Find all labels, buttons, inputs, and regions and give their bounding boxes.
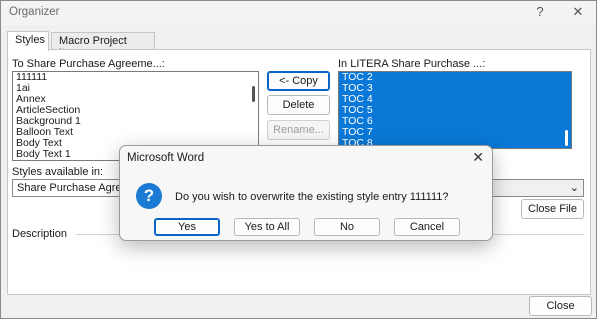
yes-button[interactable]: Yes bbox=[154, 218, 220, 236]
right-scrollbar-thumb[interactable] bbox=[565, 130, 568, 146]
chevron-down-icon: ⌄ bbox=[569, 182, 579, 194]
dialog-title: Microsoft Word bbox=[127, 152, 205, 164]
list-item[interactable]: 111111 bbox=[13, 72, 258, 83]
yes-to-all-button[interactable]: Yes to All bbox=[234, 218, 300, 236]
tab-styles[interactable]: Styles bbox=[7, 31, 49, 51]
close-file-button[interactable]: Close File bbox=[521, 199, 584, 219]
left-list-label: To Share Purchase Agreeme...: bbox=[12, 58, 165, 70]
list-item[interactable]: TOC 7 bbox=[339, 127, 571, 138]
cancel-button[interactable]: Cancel bbox=[394, 218, 460, 236]
description-label: Description bbox=[12, 228, 68, 240]
overwrite-confirm-dialog: Microsoft Word ✕ ? Do you wish to overwr… bbox=[119, 145, 493, 241]
window-title: Organizer bbox=[9, 6, 60, 18]
tab-macro-project-items[interactable]: Macro Project Items bbox=[51, 32, 155, 59]
close-icon[interactable]: ✕ bbox=[472, 149, 484, 166]
help-icon[interactable]: ? bbox=[529, 3, 551, 21]
close-button[interactable]: Close bbox=[529, 296, 592, 316]
left-scrollbar-thumb[interactable] bbox=[252, 86, 255, 102]
list-item[interactable]: TOC 6 bbox=[339, 116, 571, 127]
list-item[interactable]: TOC 5 bbox=[339, 105, 571, 116]
title-bar: Organizer ? ✕ bbox=[1, 1, 596, 25]
rename-button[interactable]: Rename... bbox=[267, 120, 330, 140]
question-icon: ? bbox=[136, 183, 162, 209]
right-list-label: In LITERA Share Purchase ...: bbox=[338, 58, 486, 70]
list-item[interactable]: 1ai bbox=[13, 83, 258, 94]
list-item[interactable]: TOC 4 bbox=[339, 94, 571, 105]
list-item[interactable]: TOC 2 bbox=[339, 72, 571, 83]
right-style-list[interactable]: TOC 2 TOC 3 TOC 4 TOC 5 TOC 6 TOC 7 TOC … bbox=[338, 71, 572, 149]
styles-available-label: Styles available in: bbox=[12, 166, 104, 178]
styles-available-right-combo[interactable]: ⌄ bbox=[488, 179, 584, 197]
no-button[interactable]: No bbox=[314, 218, 380, 236]
dialog-message: Do you wish to overwrite the existing st… bbox=[175, 191, 449, 203]
delete-button[interactable]: Delete bbox=[267, 95, 330, 115]
close-icon[interactable]: ✕ bbox=[567, 3, 589, 21]
copy-button[interactable]: <- Copy bbox=[267, 71, 330, 91]
list-item[interactable]: TOC 3 bbox=[339, 83, 571, 94]
